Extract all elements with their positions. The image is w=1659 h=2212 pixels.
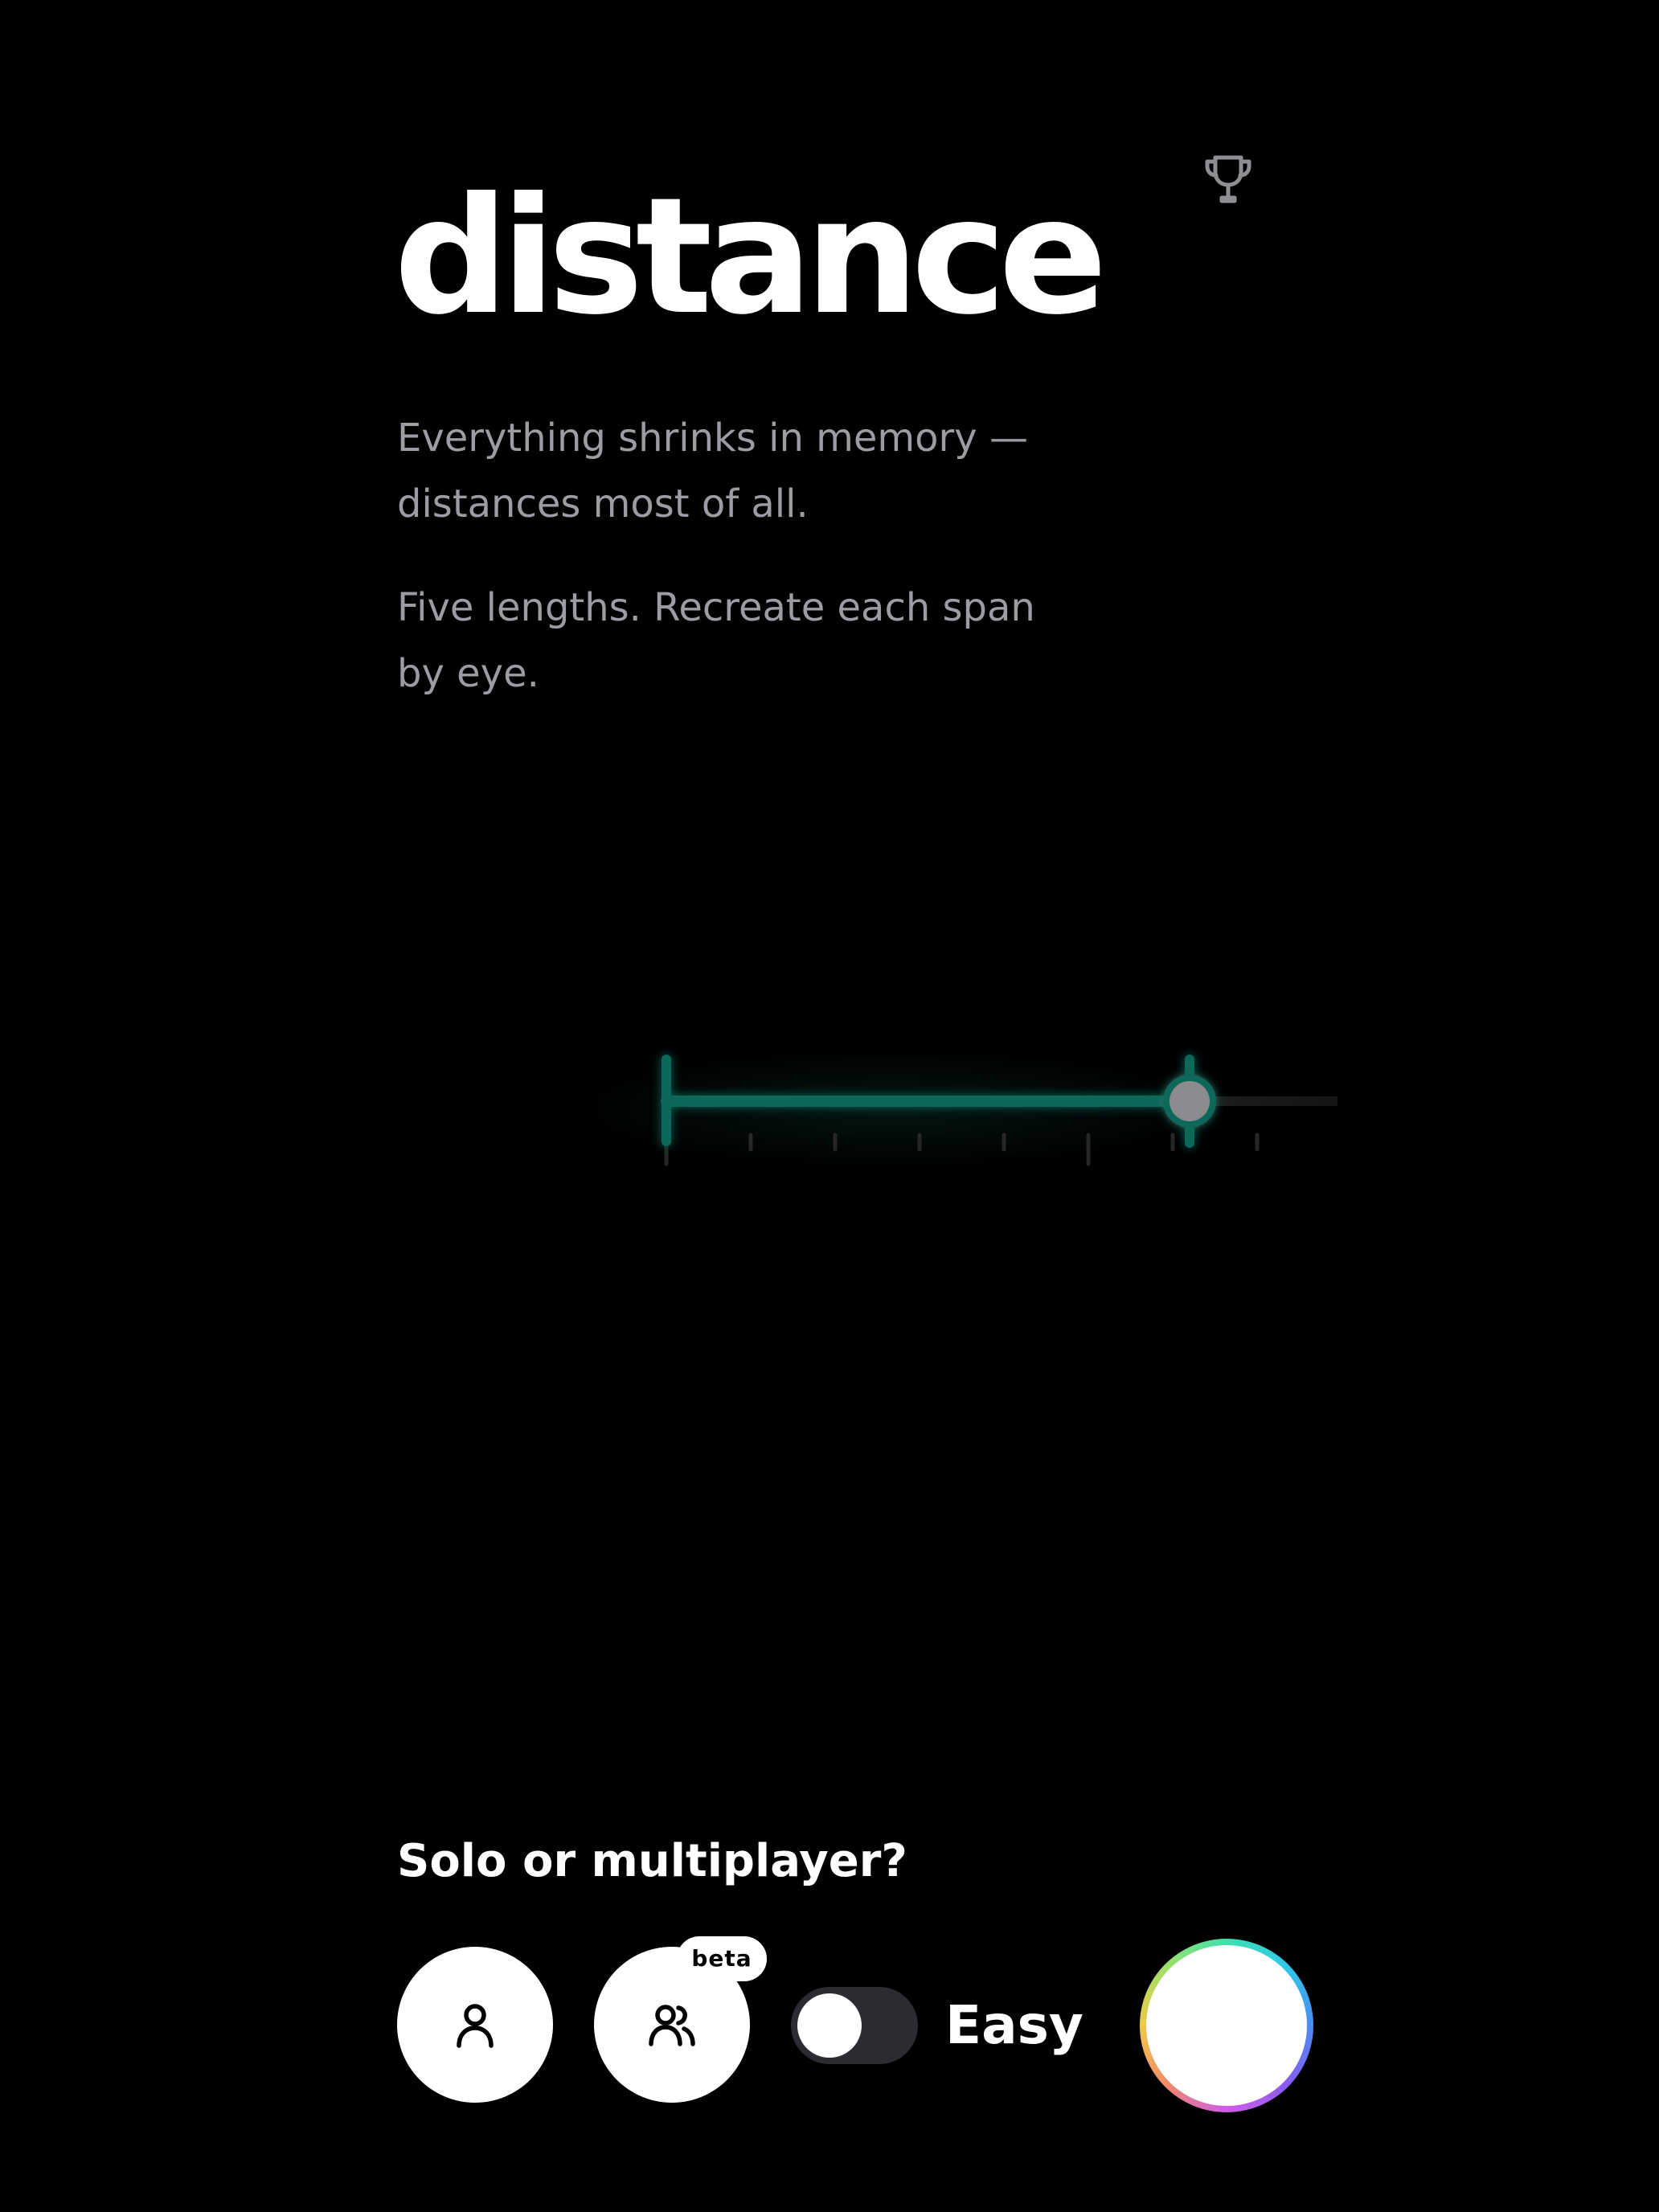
people-icon [649, 2005, 695, 2046]
page-title: distance [394, 163, 1108, 350]
distance-slider[interactable] [595, 1029, 1337, 1174]
trophy-icon[interactable] [1201, 151, 1256, 206]
intro-paragraph-1: Everything shrinks in memory — distances… [397, 416, 1028, 526]
easy-mode-label: Easy [945, 1994, 1083, 2056]
intro-paragraph-2: Five lengths. Recreate each span by eye. [397, 585, 1035, 696]
ruler-ticks [664, 1133, 1260, 1166]
person-icon [457, 2004, 494, 2048]
toggle-knob [797, 1993, 862, 2058]
game-screen: distance Everything shrinks in memory — … [0, 0, 1659, 2212]
solo-button[interactable] [397, 1947, 553, 2103]
start-button[interactable] [1140, 1939, 1313, 2112]
mode-question: Solo or multiplayer? [397, 1835, 907, 1887]
slider-filled-span [661, 1055, 1195, 1146]
easy-mode-toggle[interactable] [791, 1987, 918, 2064]
slider-handle[interactable] [1163, 1055, 1216, 1148]
beta-badge: beta [677, 1936, 767, 1981]
start-button-inner [1146, 1945, 1307, 2106]
